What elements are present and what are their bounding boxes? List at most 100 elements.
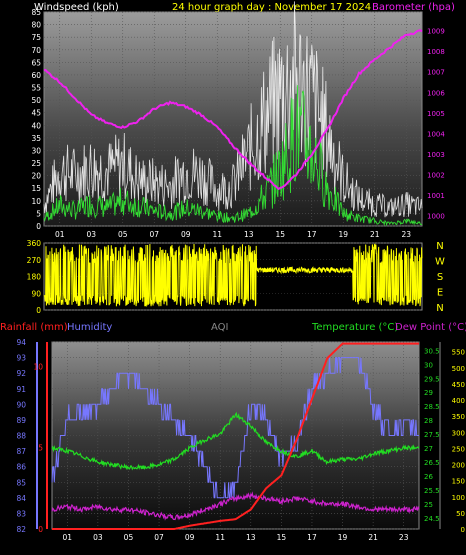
aqi-tick-label: 100: [452, 494, 465, 502]
baro-y-tick-label: 1000: [427, 213, 445, 221]
wind-x-tick-label: 13: [244, 230, 254, 239]
wind-x-ticks: 01 03 05 07 09 11 13 15 17 19 21 23: [55, 230, 411, 239]
direction-y-ticks: 0 90 180 270 360: [27, 239, 42, 315]
wind-y-tick-label: 15: [31, 184, 41, 193]
wind-y-tick-label: 75: [31, 33, 41, 42]
temp-tick-label: 28: [424, 417, 433, 425]
wind-x-tick-label: 07: [149, 230, 159, 239]
temp-y-ticks: 24.5 25 25.5 26 26.5 27 27.5 28 28.5 29 29.5 30 30.5: [424, 347, 440, 522]
rain-tick-label: 5: [38, 444, 43, 453]
aqi-tick-label: 550: [452, 349, 465, 357]
temp-x-tick-label: 05: [124, 533, 134, 542]
temp-tick-label: 30.5: [424, 347, 440, 355]
temp-tick-label: 27: [424, 445, 433, 453]
aqi-tick-label: 200: [452, 462, 465, 470]
temp-x-tick-label: 07: [154, 533, 164, 542]
aqi-axis-title: AQI: [211, 322, 229, 333]
weather-chart: Windspeed (kph) 24 hour graph day : Nove…: [0, 1, 466, 542]
aqi-tick-label: 500: [452, 365, 465, 373]
rain-tick-label: 10: [33, 362, 43, 371]
temp-x-ticks: 01 03 05 07 09 11 13 15 17 19 21 23: [63, 533, 409, 542]
wind-y-tick-label: 80: [31, 21, 41, 30]
wind-x-tick-label: 09: [181, 230, 191, 239]
baro-y-tick-label: 1008: [427, 48, 445, 56]
temp-tick-label: 27.5: [424, 431, 440, 439]
wind-y-ticks: 0 5 10 15 20 25 30 35 40 45 50 55 60 65 70 75 80 85: [31, 8, 41, 231]
aqi-tick-label: 300: [452, 429, 465, 437]
humidity-tick-label: 89: [16, 416, 26, 425]
temp-x-tick-label: 21: [368, 533, 378, 542]
temp-tick-label: 25.5: [424, 487, 440, 495]
temp-x-tick-label: 13: [246, 533, 256, 542]
rain-tick-label: 0: [38, 525, 43, 534]
temp-x-tick-label: 19: [338, 533, 348, 542]
weather-graph-page: Windspeed (kph) 24 hour graph day : Nove…: [0, 0, 466, 555]
wind-y-tick-label: 40: [31, 121, 41, 130]
temp-axis-title: Temperature (°C): [311, 322, 398, 333]
wind-x-tick-label: 21: [370, 230, 380, 239]
wind-x-tick-label: 17: [307, 230, 317, 239]
temp-tick-label: 24.5: [424, 515, 440, 523]
compass-label: S: [437, 272, 443, 283]
temp-tick-label: 29: [424, 389, 433, 397]
humidity-tick-label: 92: [16, 369, 26, 378]
wind-x-tick-label: 23: [401, 230, 411, 239]
compass-label: W: [435, 257, 445, 268]
compass-label: N: [436, 303, 443, 314]
date-title: 24 hour graph day : November 17 2024: [172, 2, 371, 13]
direction-panel: 090180270360 NWSEN: [27, 239, 445, 315]
temp-tick-label: 30: [424, 361, 433, 369]
aqi-tick-label: 50: [456, 510, 465, 518]
baro-y-tick-label: 1002: [427, 172, 445, 180]
baro-y-tick-label: 1005: [427, 110, 445, 118]
temp-humidity-panel: 82838485868788899091929394 0510 24.52525…: [16, 338, 465, 542]
rain-axis-title: Rainfall (mm): [0, 322, 68, 333]
baro-y-tick-label: 1006: [427, 89, 445, 97]
wind-x-tick-label: 15: [275, 230, 285, 239]
temp-x-tick-label: 01: [63, 533, 73, 542]
wind-y-tick-label: 85: [31, 8, 41, 17]
direction-y-tick-label: 90: [31, 289, 41, 298]
direction-y-tick-label: 360: [27, 239, 42, 248]
temp-x-tick-label: 11: [215, 533, 225, 542]
wind-y-tick-label: 70: [31, 46, 41, 55]
direction-y-tick-label: 270: [27, 256, 42, 265]
aqi-tick-label: 350: [452, 413, 465, 421]
aqi-tick-label: 150: [452, 478, 465, 486]
humidity-tick-label: 85: [16, 478, 26, 487]
wind-baro-panel: 0510152025303540455055606570758085 10001…: [31, 1, 445, 239]
humidity-tick-label: 88: [16, 432, 26, 441]
wind-y-tick-label: 30: [31, 146, 41, 155]
temp-tick-label: 26.5: [424, 459, 440, 467]
humidity-tick-label: 93: [16, 354, 26, 363]
humidity-tick-label: 82: [16, 525, 26, 534]
humidity-tick-label: 87: [16, 447, 26, 456]
humidity-tick-label: 84: [16, 494, 26, 503]
aqi-tick-label: 400: [452, 397, 465, 405]
humidity-tick-label: 90: [16, 400, 26, 409]
wind-y-tick-label: 45: [31, 109, 41, 118]
wind-y-tick-label: 35: [31, 134, 41, 143]
wind-y-tick-label: 50: [31, 96, 41, 105]
rain-y-ticks: 0 5 10: [33, 342, 48, 534]
aqi-tick-label: 0: [461, 526, 465, 534]
direction-compass-labels: NWSEN: [435, 241, 445, 314]
baro-y-tick-label: 1001: [427, 192, 445, 200]
dew-axis-title: Dew Point (°C): [395, 322, 466, 333]
temp-tick-label: 26: [424, 473, 433, 481]
humidity-tick-label: 83: [16, 509, 26, 518]
temp-tick-label: 28.5: [424, 403, 440, 411]
baro-y-ticks: 1000 1001 1002 1003 1004 1005 1006 1007 1008 1009: [427, 28, 445, 221]
temp-x-tick-label: 03: [93, 533, 103, 542]
wind-y-tick-label: 20: [31, 172, 41, 181]
direction-series: [43, 243, 423, 308]
direction-y-tick-label: 180: [27, 273, 42, 282]
humidity-tick-label: 91: [16, 385, 26, 394]
wind-direction-series: [43, 243, 423, 308]
wind-y-tick-label: 55: [31, 84, 41, 93]
wind-x-tick-label: 05: [118, 230, 128, 239]
compass-label: E: [437, 288, 443, 299]
wind-y-tick-label: 60: [31, 71, 41, 80]
wind-x-tick-label: 11: [212, 230, 222, 239]
wind-x-tick-label: 03: [86, 230, 96, 239]
